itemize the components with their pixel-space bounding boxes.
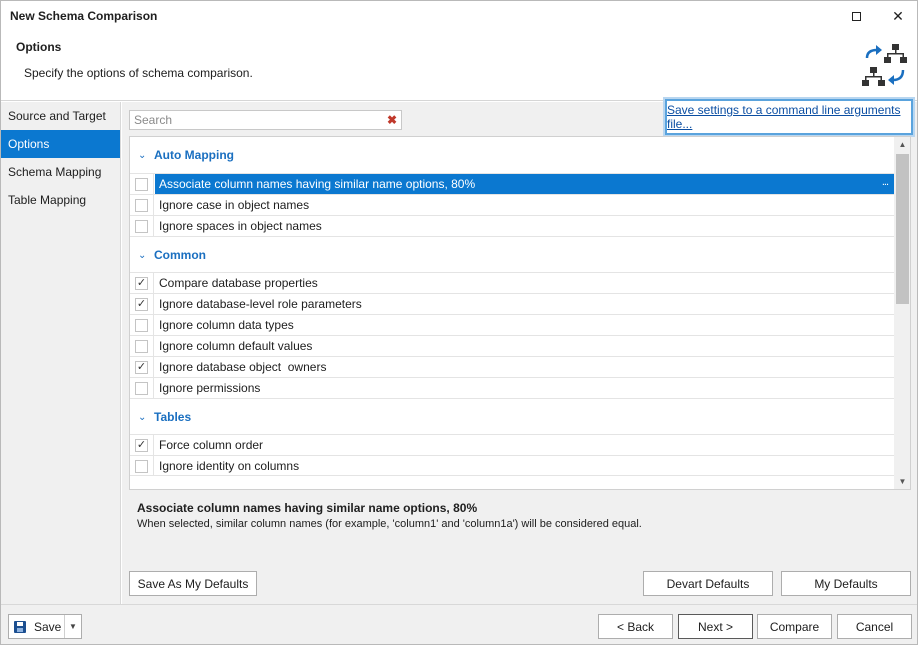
title-bar: New Schema Comparison ✕ [1,1,917,32]
option-label: Associate column names having similar na… [159,177,476,191]
option-checkbox-checked[interactable]: ✓ [135,360,148,374]
option-label: Ignore database object owners [159,360,327,374]
options-list: ⌄ Auto Mapping Associate column names ha… [129,136,911,490]
schema-compare-icon [862,44,907,86]
option-checkbox[interactable] [135,381,148,395]
close-button[interactable]: ✕ [883,5,913,27]
sidebar-item-source-and-target[interactable]: Source and Target [1,102,120,130]
option-row[interactable]: ✓ Ignore database object owners [130,356,894,377]
group-title: Common [154,248,206,262]
search-input[interactable] [130,111,380,129]
option-row[interactable]: Ignore spaces in object names [130,215,894,236]
group-header-tables[interactable]: ⌄ Tables [130,398,894,434]
scroll-down-icon[interactable]: ▼ [898,477,907,486]
option-label: Compare database properties [159,276,318,290]
option-edit-button[interactable]: ... [882,176,889,188]
option-checkbox[interactable] [135,198,148,212]
option-row[interactable]: Ignore permissions [130,377,894,398]
save-button-label: Save [34,619,62,634]
options-panel: ✖ Save settings to a command line argume… [122,99,917,604]
option-description-title: Associate column names having similar na… [137,501,478,515]
save-settings-link-box: Save settings to a command line argument… [665,99,913,135]
sidebar-item-options[interactable]: Options [1,130,120,158]
compare-button[interactable]: Compare [757,614,832,639]
scrollbar-thumb[interactable] [896,154,909,304]
chevron-down-icon: ⌄ [138,250,147,261]
group-title: Auto Mapping [154,148,234,162]
option-row[interactable]: Ignore case in object names [130,194,894,215]
option-checkbox-checked[interactable]: ✓ [135,276,148,290]
close-icon: ✕ [892,7,904,24]
sidebar-item-table-mapping[interactable]: Table Mapping [1,186,120,214]
option-checkbox-checked[interactable]: ✓ [135,438,148,452]
option-checkbox[interactable] [135,219,148,233]
option-label: Ignore permissions [159,381,261,395]
schema-comparison-window: New Schema Comparison ✕ Options Specify … [0,0,918,645]
group-header-auto-mapping[interactable]: ⌄ Auto Mapping [130,137,894,173]
option-label: Ignore column data types [159,318,294,332]
option-label: Force column order [159,438,264,452]
search-box: ✖ [129,110,402,130]
option-checkbox[interactable] [135,318,148,332]
option-checkbox[interactable] [135,459,148,473]
option-description-text: When selected, similar column names (for… [137,518,642,530]
option-label: Ignore identity on columns [159,459,300,473]
option-label: Ignore database-level role parameters [159,297,362,311]
page-header: Options Specify the options of schema co… [1,32,917,101]
save-split-button: Save ▼ [8,614,82,639]
option-label: Ignore case in object names [159,198,310,212]
option-checkbox[interactable] [135,339,148,353]
option-checkbox[interactable] [135,177,148,191]
sidebar: Source and Target Options Schema Mapping… [1,102,121,604]
maximize-icon [851,11,861,21]
clear-search-icon[interactable]: ✖ [387,113,397,127]
sidebar-item-schema-mapping[interactable]: Schema Mapping [1,158,120,186]
page-subtitle: Specify the options of schema comparison… [24,66,253,80]
group-title: Tables [154,410,192,424]
my-defaults-button[interactable]: My Defaults [781,571,911,596]
option-label: Ignore column default values [159,339,313,353]
option-row[interactable]: Associate column names having similar na… [130,173,894,194]
option-row[interactable]: Ignore column data types [130,314,894,335]
option-checkbox-checked[interactable]: ✓ [135,297,148,311]
floppy-disk-icon [14,620,26,633]
scroll-up-icon[interactable]: ▲ [898,140,907,149]
option-row[interactable]: ✓ Compare database properties [130,272,894,293]
vertical-scrollbar[interactable]: ▲ ▼ [894,137,910,489]
save-settings-link[interactable]: Save settings to a command line argument… [667,103,911,131]
maximize-button[interactable] [841,5,871,27]
chevron-down-icon: ⌄ [138,412,147,423]
devart-defaults-button[interactable]: Devart Defaults [643,571,773,596]
option-row[interactable]: Ignore identity on columns [130,455,894,476]
group-header-common[interactable]: ⌄ Common [130,236,894,272]
save-button[interactable]: Save [9,615,65,638]
option-label: Ignore spaces in object names [159,219,322,233]
option-row[interactable]: ✓ Force column order [130,434,894,455]
save-as-my-defaults-button[interactable]: Save As My Defaults [129,571,257,596]
option-row[interactable]: Ignore column default values [130,335,894,356]
cancel-button[interactable]: Cancel [837,614,912,639]
next-button[interactable]: Next > [678,614,753,639]
chevron-down-icon: ▼ [69,622,77,631]
back-button[interactable]: < Back [598,614,673,639]
option-row[interactable]: ✓ Ignore database-level role parameters [130,293,894,314]
chevron-down-icon: ⌄ [138,150,147,161]
window-title: New Schema Comparison [10,9,158,23]
save-dropdown-button[interactable]: ▼ [65,615,81,638]
page-title: Options [16,40,62,54]
footer-bar: Save ▼ < Back Next > Compare Cancel [1,604,917,644]
